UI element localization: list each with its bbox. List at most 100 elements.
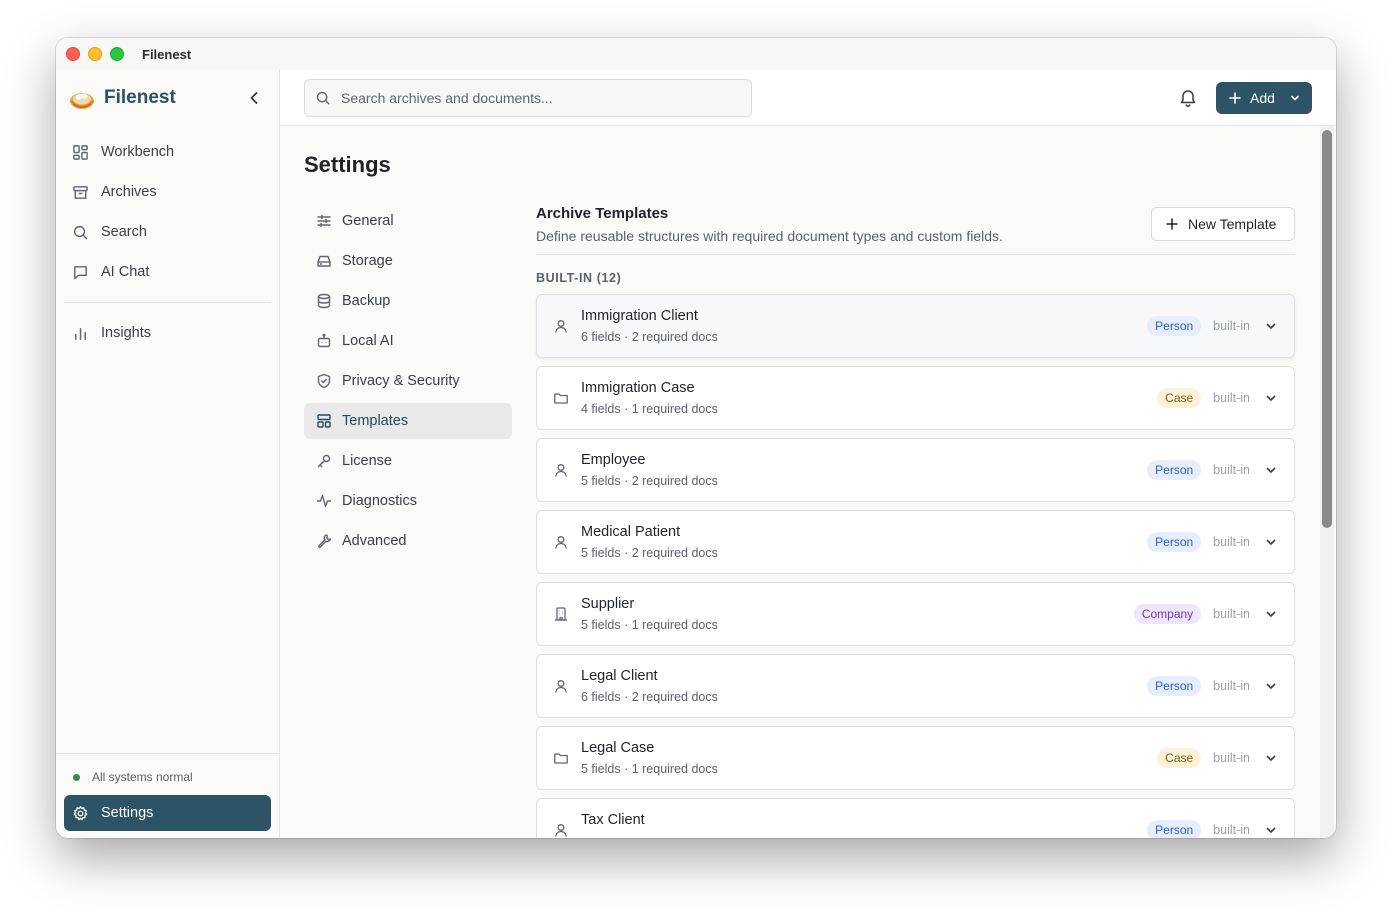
sliders-icon: [317, 214, 331, 228]
search-icon: [316, 91, 330, 105]
settings-nav-storage[interactable]: Storage: [304, 243, 512, 279]
built-in-tag: built-in: [1213, 751, 1250, 765]
section-divider: [536, 254, 1295, 255]
settings-nav-label: Advanced: [342, 533, 407, 549]
user-icon: [555, 536, 567, 549]
template-type-badge: Case: [1157, 388, 1202, 408]
template-name: Legal Case: [581, 740, 655, 756]
template-card-right: Person built-in: [1147, 316, 1278, 336]
template-card[interactable]: Legal Case 5 fields · 1 required docs Case…: [536, 726, 1295, 790]
sidebar-item-workbench[interactable]: Workbench: [64, 134, 271, 170]
template-card-right: Company built-in: [1133, 604, 1278, 624]
sidebar-item-ai-chat[interactable]: AI Chat: [64, 254, 271, 290]
built-in-tag: built-in: [1213, 679, 1250, 693]
zoom-window-button[interactable]: [110, 47, 124, 61]
template-meta: 5 fields · 2 required docs: [581, 474, 718, 488]
nest-logo-icon: [70, 93, 94, 109]
template-meta: 4 fields · 1 required docs: [581, 402, 718, 416]
gear-icon: [73, 805, 88, 820]
template-type-badge: Person: [1147, 676, 1202, 696]
sidebar-item-label: AI Chat: [101, 264, 150, 280]
settings-nav-local-ai[interactable]: Local AI: [304, 323, 512, 359]
built-in-tag: built-in: [1213, 607, 1250, 621]
sidebar-item-label: Archives: [101, 184, 157, 200]
chevron-down-icon[interactable]: [1264, 535, 1278, 549]
sidebar-item-settings[interactable]: Settings: [64, 795, 271, 831]
layout-icon: [317, 414, 331, 428]
settings-nav-label: Storage: [342, 253, 393, 269]
template-card-right: Person built-in: [1147, 532, 1278, 552]
page-title: Settings: [304, 152, 391, 177]
archive-icon: [73, 185, 88, 199]
add-button-label: Add: [1250, 90, 1275, 106]
window-controls: [66, 47, 124, 61]
template-name: Legal Client: [581, 668, 658, 684]
user-icon: [555, 680, 567, 693]
settings-nav-privacy-security[interactable]: Privacy & Security: [304, 363, 512, 399]
template-card-right: Person built-in: [1147, 820, 1278, 838]
notification-bell-icon[interactable]: [1178, 88, 1198, 108]
scrollbar-thumb[interactable]: [1322, 130, 1332, 528]
chevron-down-icon[interactable]: [1264, 751, 1278, 765]
chevron-down-icon[interactable]: [1264, 463, 1278, 477]
database-icon: [317, 293, 331, 309]
sidebar-item-search[interactable]: Search: [64, 214, 271, 250]
template-type-badge: Person: [1147, 316, 1202, 336]
built-in-tag: built-in: [1213, 319, 1250, 333]
sidebar-item-archives[interactable]: Archives: [64, 174, 271, 210]
system-status: All systems normal: [73, 770, 193, 784]
top-bar: Search archives and documents... Add: [280, 70, 1336, 126]
sidebar-divider: [64, 302, 271, 303]
close-window-button[interactable]: [66, 47, 80, 61]
collapse-sidebar-chevron-left-icon[interactable]: [244, 88, 264, 108]
settings-nav-label: Diagnostics: [342, 493, 417, 509]
key-icon: [317, 454, 331, 468]
settings-nav-advanced[interactable]: Advanced: [304, 523, 512, 559]
template-card[interactable]: Tax Client Person built-in: [536, 798, 1295, 838]
sidebar-item-label: Search: [101, 224, 147, 240]
chevron-down-icon[interactable]: [1264, 823, 1278, 837]
chevron-down-icon[interactable]: [1264, 607, 1278, 621]
chevron-down-icon: [1291, 95, 1299, 101]
template-card[interactable]: Employee 5 fields · 2 required docs Person…: [536, 438, 1295, 502]
settings-nav-backup[interactable]: Backup: [304, 283, 512, 319]
user-icon: [555, 320, 567, 333]
template-meta: 6 fields · 2 required docs: [581, 690, 718, 704]
built-in-tag: built-in: [1213, 463, 1250, 477]
template-card[interactable]: Immigration Case 4 fields · 1 required do…: [536, 366, 1295, 430]
template-card[interactable]: Legal Client 6 fields · 2 required docs Pe…: [536, 654, 1295, 718]
app-window: Filenest Filenest Workbench Archives Sea…: [56, 38, 1336, 838]
minimize-window-button[interactable]: [88, 47, 102, 61]
group-label: BUILT-IN (12): [536, 271, 622, 285]
settings-nav-license[interactable]: License: [304, 443, 512, 479]
status-text: All systems normal: [92, 770, 193, 784]
chevron-down-icon[interactable]: [1264, 319, 1278, 333]
title-bar: Filenest: [56, 38, 1336, 70]
settings-nav-templates[interactable]: Templates: [304, 403, 512, 439]
sidebar-item-insights[interactable]: Insights: [64, 315, 271, 351]
template-card[interactable]: Supplier 5 fields · 1 required docs Compan…: [536, 582, 1295, 646]
chevron-down-icon[interactable]: [1264, 391, 1278, 405]
template-card[interactable]: Immigration Client 6 fields · 2 required …: [536, 294, 1295, 358]
template-meta: 5 fields · 1 required docs: [581, 762, 718, 776]
settings-nav-label: General: [342, 213, 394, 229]
main-content: Settings General Storage Backup Local AI…: [280, 126, 1336, 838]
sidebar-item-label: Insights: [101, 325, 151, 341]
brand[interactable]: Filenest: [68, 84, 176, 112]
shield-icon: [317, 373, 331, 389]
add-button[interactable]: Add: [1216, 82, 1312, 114]
settings-nav-label: Backup: [342, 293, 391, 309]
settings-nav-diagnostics[interactable]: Diagnostics: [304, 483, 512, 519]
bar-chart-icon: [75, 327, 86, 340]
sidebar-footer: All systems normal Settings: [56, 753, 280, 838]
wrench-icon: [317, 534, 332, 549]
search-input[interactable]: Search archives and documents...: [304, 79, 752, 117]
settings-nav-general[interactable]: General: [304, 203, 512, 239]
settings-nav-label: Templates: [342, 413, 409, 429]
new-template-button[interactable]: New Template: [1151, 207, 1295, 241]
template-card-right: Case built-in: [1157, 388, 1278, 408]
chevron-down-icon[interactable]: [1264, 679, 1278, 693]
template-type-badge: Person: [1147, 532, 1202, 552]
template-card[interactable]: Medical Patient 5 fields · 2 required doc…: [536, 510, 1295, 574]
template-name: Tax Client: [581, 812, 645, 828]
